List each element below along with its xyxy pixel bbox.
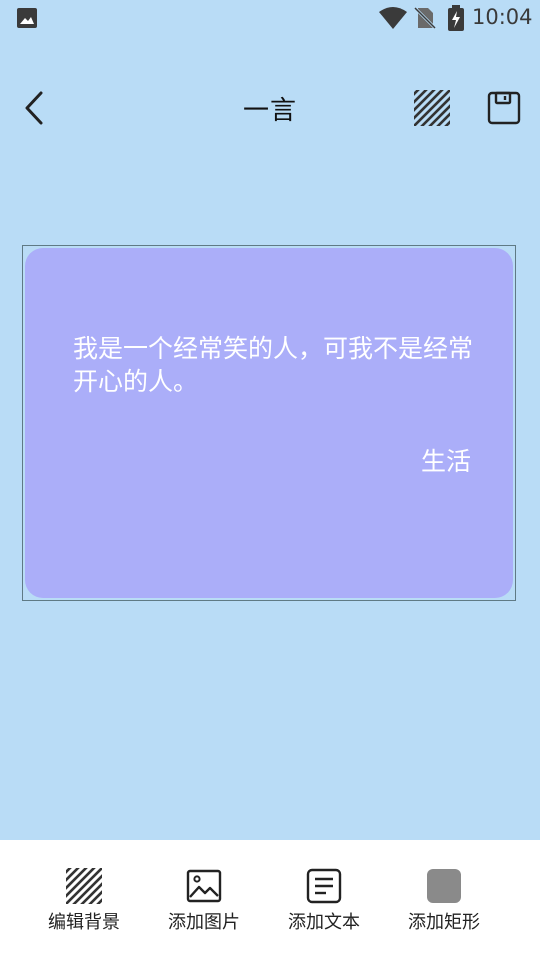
gallery-notification-icon (17, 8, 37, 28)
tool-label: 添加图片 (168, 912, 240, 933)
app-bar: 一言 (0, 72, 540, 144)
rectangle-icon (427, 869, 461, 903)
quote-author[interactable]: 生活 (421, 442, 471, 478)
status-bar: 10:04 (0, 0, 540, 36)
background-pattern-button[interactable] (412, 88, 452, 128)
stripes-icon (414, 90, 450, 126)
bottom-toolbar: 编辑背景 添加图片 添加文本 添加矩形 (0, 840, 540, 960)
canvas-frame[interactable]: 我是一个经常笑的人，可我不是经常开心的人。 生活 (22, 245, 516, 601)
battery-charging-icon (448, 5, 464, 31)
tool-label: 添加文本 (288, 912, 360, 933)
no-sim-icon (414, 6, 436, 30)
add-text-button[interactable]: 添加文本 (264, 866, 384, 936)
edit-background-button[interactable]: 编辑背景 (24, 866, 144, 936)
quote-card[interactable]: 我是一个经常笑的人，可我不是经常开心的人。 生活 (25, 248, 513, 598)
clock: 10:04 (472, 5, 533, 29)
stripes-icon (66, 868, 102, 904)
wifi-icon (379, 7, 407, 29)
quote-text[interactable]: 我是一个经常笑的人，可我不是经常开心的人。 (73, 332, 483, 398)
save-button[interactable] (484, 88, 524, 128)
save-icon (487, 91, 521, 125)
add-rectangle-button[interactable]: 添加矩形 (384, 866, 504, 936)
text-document-icon (306, 868, 342, 904)
add-image-button[interactable]: 添加图片 (144, 866, 264, 936)
image-icon (186, 869, 222, 903)
page-title: 一言 (242, 96, 297, 126)
tool-label: 添加矩形 (408, 912, 480, 933)
tool-label: 编辑背景 (48, 912, 120, 933)
